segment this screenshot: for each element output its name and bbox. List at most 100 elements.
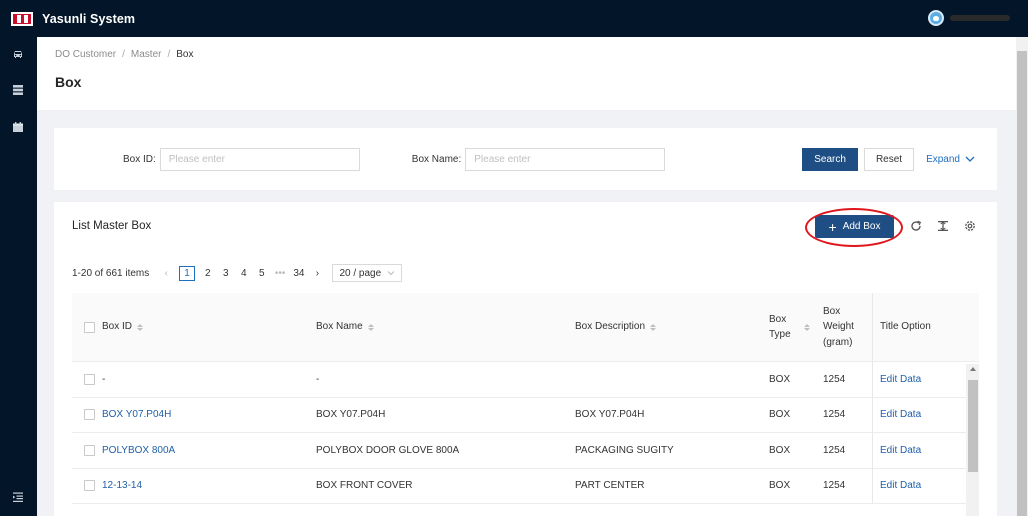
- reset-button[interactable]: Reset: [863, 147, 915, 171]
- list-icon[interactable]: [12, 84, 24, 96]
- box-description-cell: PACKAGING SUGITY: [575, 444, 674, 456]
- table-header: Box ID Box Name Box Description Box Type…: [72, 293, 979, 362]
- pagination-summary: 1-20 of 661 items: [72, 267, 150, 279]
- top-bar: Yasunli System: [0, 0, 1028, 37]
- add-box-label: Add Box: [842, 221, 881, 232]
- settings-icon[interactable]: [963, 219, 977, 233]
- table-scroll-thumb[interactable]: [968, 380, 978, 472]
- table-scrollbar[interactable]: [966, 364, 979, 516]
- action-cell: Edit Data: [872, 433, 979, 468]
- box-weight-cell: 1254: [823, 444, 846, 456]
- breadcrumb-item[interactable]: DO Customer: [55, 49, 116, 60]
- box-table: Box ID Box Name Box Description Box Type…: [72, 293, 979, 504]
- page-size-value: 20 / page: [339, 267, 382, 279]
- edit-data-link[interactable]: Edit Data: [880, 409, 921, 420]
- sort-icon[interactable]: [650, 323, 657, 331]
- row-checkbox[interactable]: [83, 409, 95, 421]
- pagination: 1-20 of 661 items ‹ 1 2 3 4 5 ••• 34 › 2…: [72, 264, 403, 282]
- box-id-cell: POLYBOX 800A: [95, 433, 309, 468]
- user-name-redacted: [950, 15, 1010, 21]
- main-content: DO Customer / Master / Box Box Box ID: Box N…: [37, 37, 1016, 516]
- header-title-option: Title Option: [872, 293, 979, 361]
- breadcrumb-current: Box: [176, 49, 194, 60]
- page-item-1[interactable]: 1: [179, 265, 195, 281]
- box-description-cell: PART CENTER: [575, 480, 645, 492]
- edit-data-link[interactable]: Edit Data: [880, 480, 921, 491]
- box-id-link[interactable]: BOX Y07.P04H: [102, 409, 171, 420]
- row-checkbox[interactable]: [83, 373, 95, 385]
- filter-panel: Box ID: Box Name: Search Reset Expand: [54, 128, 997, 190]
- box-weight-cell: 1254: [823, 373, 846, 385]
- avatar[interactable]: [928, 10, 944, 26]
- row-checkbox[interactable]: [83, 444, 95, 456]
- page-scrollbar[interactable]: [1016, 37, 1028, 516]
- header-box-type[interactable]: Box Type: [762, 293, 816, 361]
- app-logo: [11, 11, 33, 26]
- car-icon[interactable]: [12, 48, 24, 60]
- row-checkbox-cell: [72, 362, 95, 397]
- edit-data-link[interactable]: Edit Data: [880, 374, 921, 385]
- breadcrumb-item[interactable]: Master: [131, 49, 162, 60]
- table-row: 12-13-14 BOX FRONT COVER PART CENTER BOX…: [72, 468, 979, 504]
- box-type-cell: BOX: [769, 480, 791, 492]
- next-page-icon[interactable]: ›: [312, 268, 322, 279]
- header-box-name[interactable]: Box Name: [309, 293, 568, 361]
- select-all-checkbox[interactable]: [83, 321, 95, 333]
- box-id-cell[interactable]: -: [95, 362, 309, 397]
- list-card: List Master Box + Add Box 1-20 of 661 it…: [54, 202, 997, 516]
- box-type-cell: BOX: [769, 444, 791, 456]
- row-checkbox-cell: [72, 469, 95, 504]
- reload-icon[interactable]: [909, 219, 923, 233]
- box-id-link[interactable]: 12-13-14: [102, 480, 142, 491]
- breadcrumb-separator: /: [122, 49, 125, 60]
- plus-icon: +: [828, 218, 837, 235]
- page-item-last[interactable]: 34: [293, 268, 304, 279]
- box-description-cell: BOX Y07.P04H: [575, 409, 645, 421]
- header-box-weight[interactable]: Box Weight (gram): [816, 293, 872, 361]
- action-cell: Edit Data: [872, 397, 979, 432]
- header-checkbox-cell: [72, 293, 95, 361]
- header-box-description[interactable]: Box Description: [568, 293, 762, 361]
- app-title: Yasunli System: [42, 11, 136, 26]
- page-item-3[interactable]: 3: [221, 268, 231, 279]
- expand-link[interactable]: Expand: [926, 154, 975, 165]
- sort-icon[interactable]: [367, 323, 374, 331]
- box-name-cell: -: [316, 373, 320, 385]
- list-title: List Master Box: [72, 220, 152, 232]
- page-size-select[interactable]: 20 / page: [332, 264, 403, 282]
- sort-icon[interactable]: [137, 323, 144, 331]
- pagination-ellipsis[interactable]: •••: [275, 268, 286, 279]
- scroll-up-icon[interactable]: [970, 367, 976, 371]
- box-id-input[interactable]: [159, 147, 360, 171]
- calendar-icon[interactable]: [12, 121, 24, 133]
- box-id-link[interactable]: POLYBOX 800A: [102, 445, 175, 456]
- prev-page-icon[interactable]: ‹: [161, 268, 171, 279]
- table-row: BOX Y07.P04H BOX Y07.P04H BOX Y07.P04H B…: [72, 397, 979, 433]
- page-header: DO Customer / Master / Box Box: [37, 37, 1016, 110]
- header-box-id[interactable]: Box ID: [95, 293, 309, 361]
- box-id-cell: 12-13-14: [95, 469, 309, 504]
- sort-icon[interactable]: [804, 323, 810, 331]
- table-row: - - BOX 1254 Edit Data: [72, 362, 979, 398]
- box-name-input[interactable]: [465, 147, 666, 171]
- box-type-cell: BOX: [769, 373, 791, 385]
- user-menu[interactable]: [928, 10, 1010, 26]
- page-title: Box: [55, 74, 82, 90]
- column-height-icon[interactable]: [936, 219, 950, 233]
- menu-collapse-icon[interactable]: [12, 491, 24, 503]
- page-item-2[interactable]: 2: [203, 268, 213, 279]
- chevron-down-icon: [965, 156, 975, 162]
- page-item-5[interactable]: 5: [257, 268, 267, 279]
- edit-data-link[interactable]: Edit Data: [880, 445, 921, 456]
- page-scroll-thumb[interactable]: [1017, 51, 1027, 516]
- box-weight-cell: 1254: [823, 409, 846, 421]
- breadcrumb: DO Customer / Master / Box: [55, 49, 998, 60]
- action-cell: Edit Data: [872, 468, 979, 503]
- add-box-button[interactable]: + Add Box: [815, 215, 894, 238]
- action-cell: Edit Data: [872, 362, 979, 397]
- row-checkbox-cell: [72, 398, 95, 433]
- box-description-cell: [568, 362, 762, 397]
- row-checkbox[interactable]: [83, 480, 95, 492]
- search-button[interactable]: Search: [802, 147, 858, 171]
- page-item-4[interactable]: 4: [239, 268, 249, 279]
